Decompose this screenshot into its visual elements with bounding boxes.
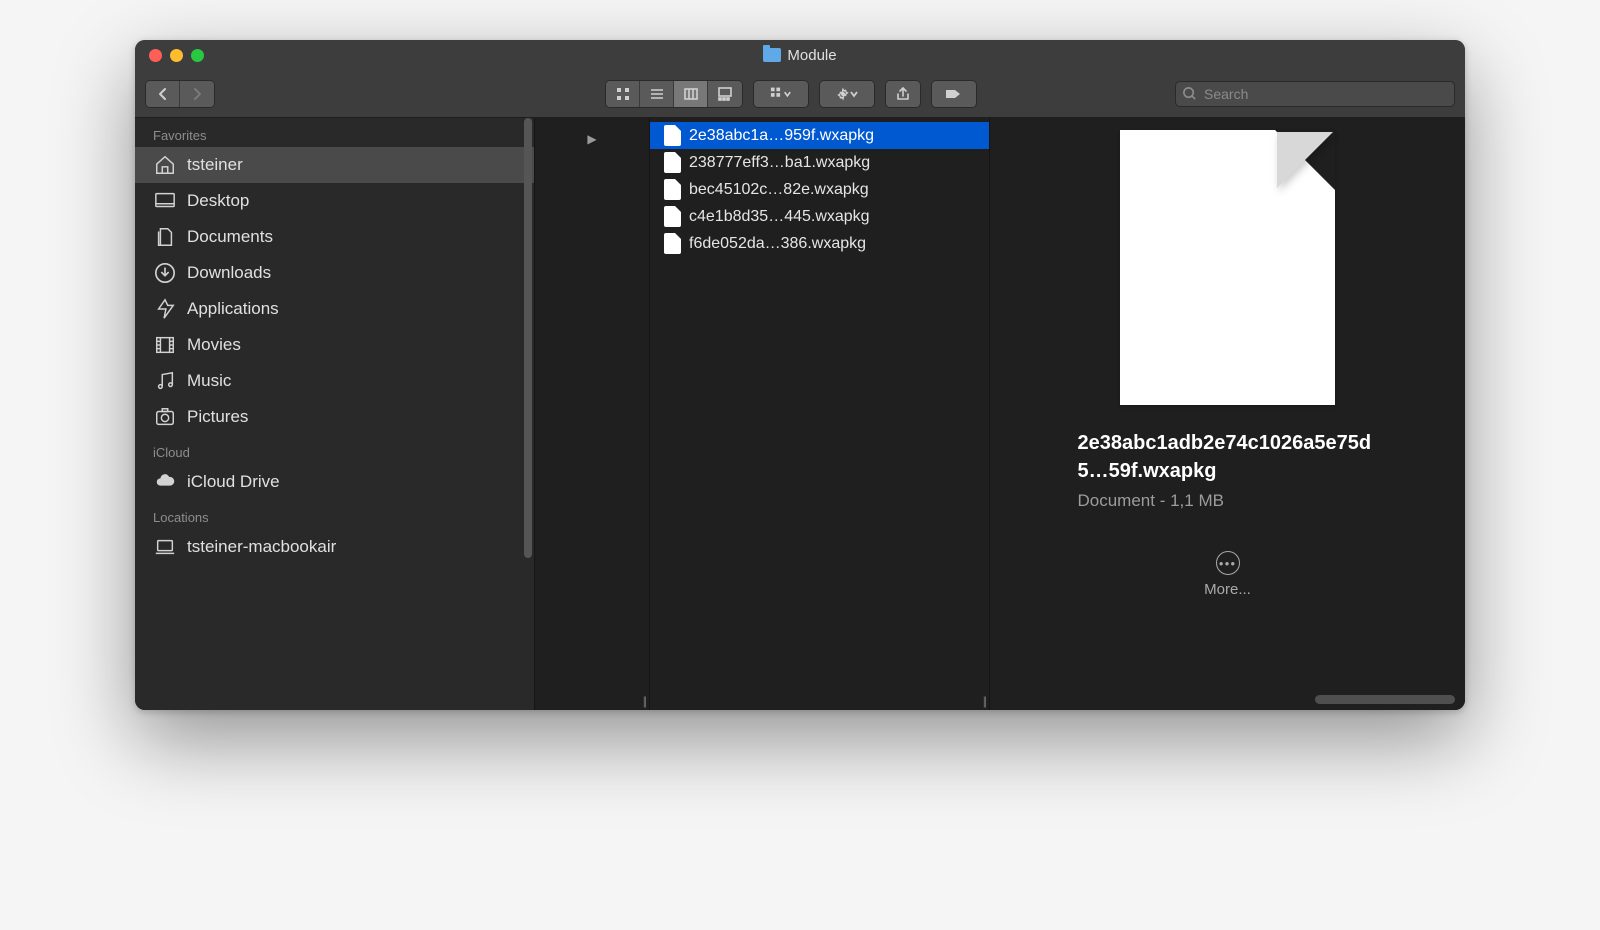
pictures-icon bbox=[153, 405, 177, 429]
sidebar-item-documents[interactable]: Documents bbox=[135, 219, 534, 255]
sidebar-item-label: iCloud Drive bbox=[187, 472, 280, 492]
column-view-button[interactable] bbox=[674, 81, 708, 107]
section-favorites: Favorites bbox=[135, 118, 534, 147]
minimize-button[interactable] bbox=[170, 49, 183, 62]
main-area: Favorites tsteiner Desktop Documents Dow… bbox=[135, 118, 1465, 710]
file-icon bbox=[664, 179, 681, 200]
action-button[interactable] bbox=[820, 81, 874, 107]
laptop-icon bbox=[153, 535, 177, 559]
file-row[interactable]: c4e1b8d35…445.wxapkg bbox=[650, 203, 989, 230]
sidebar-item-downloads[interactable]: Downloads bbox=[135, 255, 534, 291]
sidebar-item-label: tsteiner bbox=[187, 155, 243, 175]
sidebar-item-label: Movies bbox=[187, 335, 241, 355]
sidebar-item-label: Pictures bbox=[187, 407, 248, 427]
back-button[interactable] bbox=[146, 81, 180, 107]
file-name: 2e38abc1a…959f.wxapkg bbox=[689, 127, 874, 145]
file-name: c4e1b8d35…445.wxapkg bbox=[689, 208, 870, 226]
column-resize-handle[interactable]: || bbox=[983, 694, 985, 708]
gallery-view-button[interactable] bbox=[708, 81, 742, 107]
share-group bbox=[885, 80, 921, 108]
preview-pane: 2e38abc1adb2e74c1026a5e75d5…59f.wxapkg D… bbox=[990, 118, 1465, 710]
toolbar bbox=[135, 70, 1465, 118]
sidebar-item-label: Music bbox=[187, 371, 231, 391]
file-row[interactable]: 238777eff3…ba1.wxapkg bbox=[650, 149, 989, 176]
list-view-button[interactable] bbox=[640, 81, 674, 107]
sidebar-item-movies[interactable]: Movies bbox=[135, 327, 534, 363]
section-icloud: iCloud bbox=[135, 435, 534, 464]
more-label: More... bbox=[1204, 581, 1251, 598]
desktop-icon bbox=[153, 189, 177, 213]
tags-group bbox=[931, 80, 977, 108]
file-list-column: 2e38abc1a…959f.wxapkg 238777eff3…ba1.wxa… bbox=[650, 118, 990, 710]
page-curl-icon bbox=[1275, 130, 1335, 190]
file-row[interactable]: bec45102c…82e.wxapkg bbox=[650, 176, 989, 203]
file-icon bbox=[664, 152, 681, 173]
sidebar-item-label: Desktop bbox=[187, 191, 249, 211]
section-locations: Locations bbox=[135, 500, 534, 529]
action-group bbox=[819, 80, 875, 108]
preview-kind-size: Document - 1,1 MB bbox=[1078, 491, 1378, 511]
sidebar-item-icloud[interactable]: iCloud Drive bbox=[135, 464, 534, 500]
search-field[interactable] bbox=[1175, 81, 1455, 107]
titlebar: Module bbox=[135, 40, 1465, 70]
nav-buttons bbox=[145, 80, 215, 108]
share-button[interactable] bbox=[886, 81, 920, 107]
arrange-group bbox=[753, 80, 809, 108]
sidebar-item-label: tsteiner-macbookair bbox=[187, 537, 336, 557]
sidebar-item-home[interactable]: tsteiner bbox=[135, 147, 534, 183]
file-name: bec45102c…82e.wxapkg bbox=[689, 181, 869, 199]
maximize-button[interactable] bbox=[191, 49, 204, 62]
icloud-icon bbox=[153, 470, 177, 494]
search-icon bbox=[1182, 86, 1197, 106]
tags-button[interactable] bbox=[932, 81, 976, 107]
window-title-text: Module bbox=[787, 47, 836, 64]
icon-view-button[interactable] bbox=[606, 81, 640, 107]
applications-icon bbox=[153, 297, 177, 321]
finder-window: Module bbox=[135, 40, 1465, 710]
documents-icon bbox=[153, 225, 177, 249]
file-icon bbox=[664, 233, 681, 254]
music-icon bbox=[153, 369, 177, 393]
sidebar-item-music[interactable]: Music bbox=[135, 363, 534, 399]
column-resize-handle[interactable]: || bbox=[643, 694, 645, 708]
horizontal-scrollbar[interactable] bbox=[1315, 695, 1455, 704]
traffic-lights bbox=[135, 49, 204, 62]
sidebar: Favorites tsteiner Desktop Documents Dow… bbox=[135, 118, 535, 710]
sidebar-item-label: Documents bbox=[187, 227, 273, 247]
home-icon bbox=[153, 153, 177, 177]
close-button[interactable] bbox=[149, 49, 162, 62]
file-icon bbox=[664, 125, 681, 146]
sidebar-item-label: Downloads bbox=[187, 263, 271, 283]
search-input[interactable] bbox=[1175, 81, 1455, 107]
chevron-right-icon: ▶ bbox=[587, 132, 596, 710]
window-title: Module bbox=[135, 47, 1465, 64]
folder-icon bbox=[763, 48, 781, 62]
sidebar-scrollbar[interactable] bbox=[524, 118, 532, 558]
preview-thumbnail bbox=[1120, 130, 1335, 405]
sidebar-item-pictures[interactable]: Pictures bbox=[135, 399, 534, 435]
sidebar-item-laptop[interactable]: tsteiner-macbookair bbox=[135, 529, 534, 565]
sidebar-item-desktop[interactable]: Desktop bbox=[135, 183, 534, 219]
downloads-icon bbox=[153, 261, 177, 285]
parent-column[interactable]: ▶ || bbox=[535, 118, 650, 710]
file-name: f6de052da…386.wxapkg bbox=[689, 235, 866, 253]
sidebar-item-applications[interactable]: Applications bbox=[135, 291, 534, 327]
more-button[interactable]: ●●● More... bbox=[1204, 551, 1251, 598]
view-switcher bbox=[605, 80, 743, 108]
file-icon bbox=[664, 206, 681, 227]
file-row[interactable]: 2e38abc1a…959f.wxapkg bbox=[650, 122, 989, 149]
forward-button[interactable] bbox=[180, 81, 214, 107]
preview-filename: 2e38abc1adb2e74c1026a5e75d5…59f.wxapkg bbox=[1078, 429, 1378, 485]
file-name: 238777eff3…ba1.wxapkg bbox=[689, 154, 870, 172]
ellipsis-icon: ●●● bbox=[1216, 551, 1240, 575]
sidebar-item-label: Applications bbox=[187, 299, 279, 319]
arrange-button[interactable] bbox=[754, 81, 808, 107]
file-row[interactable]: f6de052da…386.wxapkg bbox=[650, 230, 989, 257]
movies-icon bbox=[153, 333, 177, 357]
